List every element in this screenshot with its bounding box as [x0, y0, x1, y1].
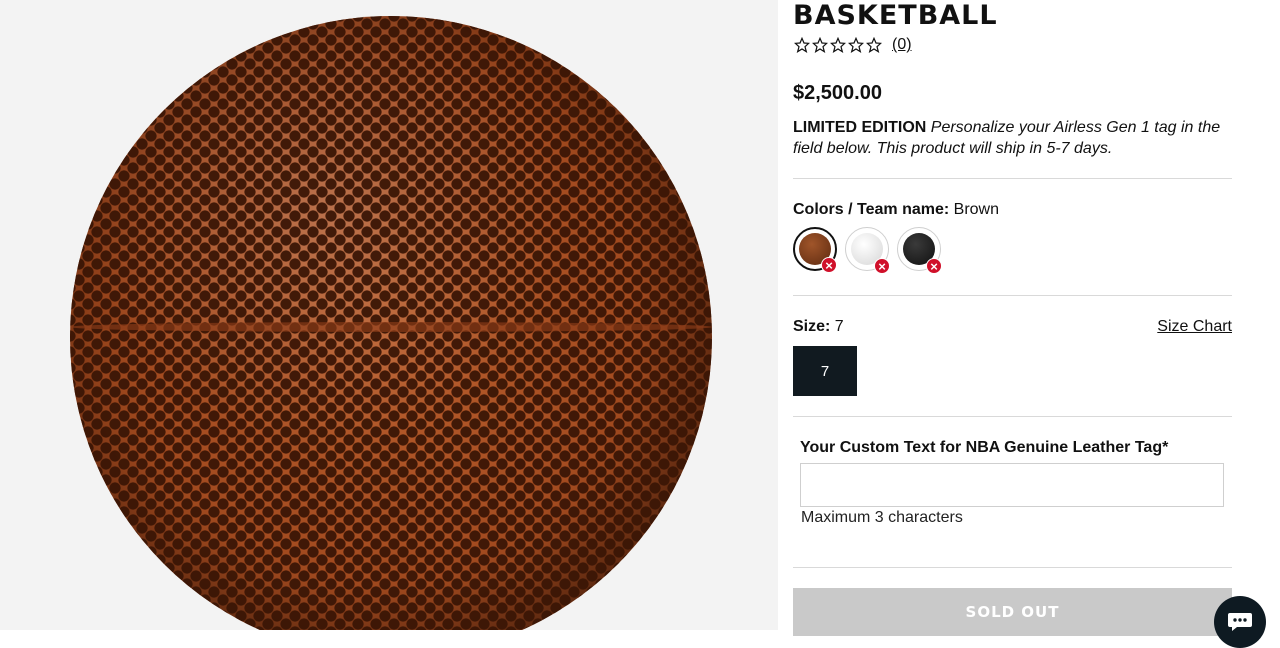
custom-text-label: Your Custom Text for NBA Genuine Leather… [800, 439, 1169, 456]
star-empty-icon [812, 37, 828, 53]
chat-launcher-button[interactable] [1214, 596, 1266, 648]
edition-label: LIMITED EDITION [793, 119, 927, 136]
sold-out-button[interactable]: SOLD OUT [793, 588, 1232, 636]
color-label-row: Colors / Team name: Brown [793, 201, 999, 219]
color-label: Colors / Team name: [793, 201, 950, 218]
color-selected-value: Brown [953, 201, 999, 218]
divider [793, 416, 1232, 417]
color-swatch-brown[interactable]: × [793, 227, 837, 273]
star-empty-icon [830, 37, 846, 53]
unavailable-x-icon: × [821, 257, 837, 273]
custom-text-input[interactable] [800, 463, 1224, 507]
custom-text-hint: Maximum 3 characters [801, 509, 963, 526]
size-chart-link[interactable]: Size Chart [1157, 318, 1232, 336]
size-label-row: Size: 7 [793, 318, 844, 336]
color-swatch-white[interactable]: × [845, 227, 890, 274]
unavailable-x-icon: × [926, 258, 942, 274]
product-price: $2,500.00 [793, 82, 882, 104]
unavailable-x-icon: × [874, 258, 890, 274]
rating-row: (0) [794, 36, 912, 54]
product-title: BASKETBALL [793, 0, 998, 31]
star-empty-icon [794, 37, 810, 53]
color-swatch-black[interactable]: × [897, 227, 942, 274]
product-image-gallery [0, 0, 778, 630]
color-swatches: × × × [793, 227, 942, 274]
size-selected-value: 7 [834, 318, 844, 335]
size-option-7-button[interactable]: 7 [793, 346, 857, 396]
reviews-link[interactable]: (0) [892, 36, 912, 54]
product-details-panel: BASKETBALL (0) $2,500.00 LIMITED EDITION… [778, 0, 1280, 636]
ball-seam [70, 322, 712, 332]
size-label: Size: [793, 318, 831, 335]
divider [793, 295, 1232, 296]
star-empty-icon [848, 37, 864, 53]
divider [793, 178, 1232, 179]
product-description: LIMITED EDITION Personalize your Airless… [793, 117, 1243, 159]
star-empty-icon [866, 37, 882, 53]
divider [793, 567, 1232, 568]
